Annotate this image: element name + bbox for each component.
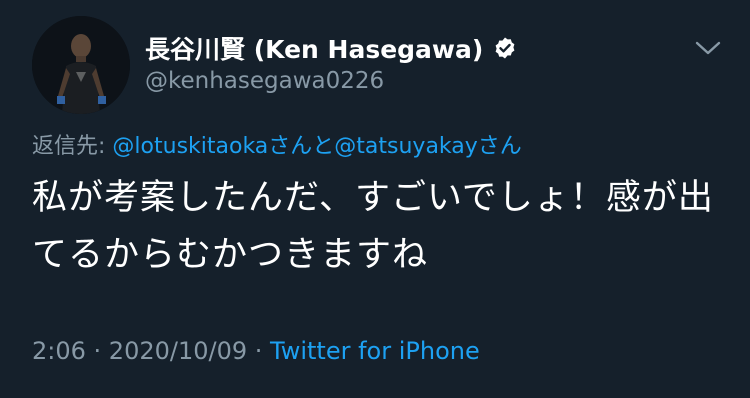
tweet-text: 私が考案したんだ、すごいでしょ！感が出てるからむかつきますね — [32, 178, 714, 275]
reply-mention-tatsuyakay[interactable]: @tatsuyakay — [334, 134, 478, 159]
author-display-name[interactable]: 長谷川賢 (Ken Hasegawa) — [145, 30, 483, 66]
avatar-photo — [32, 16, 130, 114]
tweet-date[interactable]: 2020/10/09 — [109, 337, 247, 365]
reply-honorific[interactable]: さん — [478, 134, 522, 159]
meta-separator: · — [85, 337, 109, 365]
reply-honorific-and[interactable]: さんと — [268, 134, 334, 159]
tweet-meta: 2:06 · 2020/10/09 · Twitter for iPhone — [32, 337, 480, 365]
meta-separator: · — [247, 337, 271, 365]
reply-mention-lotuskitaoka[interactable]: @lotuskitaoka — [112, 134, 268, 159]
tweet-source[interactable]: Twitter for iPhone — [270, 337, 480, 365]
author-name-row: 長谷川賢 (Ken Hasegawa) — [145, 30, 517, 66]
chevron-down-icon[interactable] — [694, 38, 722, 58]
tweet-time[interactable]: 2:06 — [32, 337, 86, 365]
verified-badge-icon — [493, 36, 517, 60]
author-handle[interactable]: @kenhasegawa0226 — [145, 68, 384, 94]
reply-prefix: 返信先: — [32, 134, 106, 159]
reply-context: 返信先: @lotuskitaokaさんと@tatsuyakayさん — [32, 128, 522, 160]
avatar[interactable] — [32, 16, 130, 114]
